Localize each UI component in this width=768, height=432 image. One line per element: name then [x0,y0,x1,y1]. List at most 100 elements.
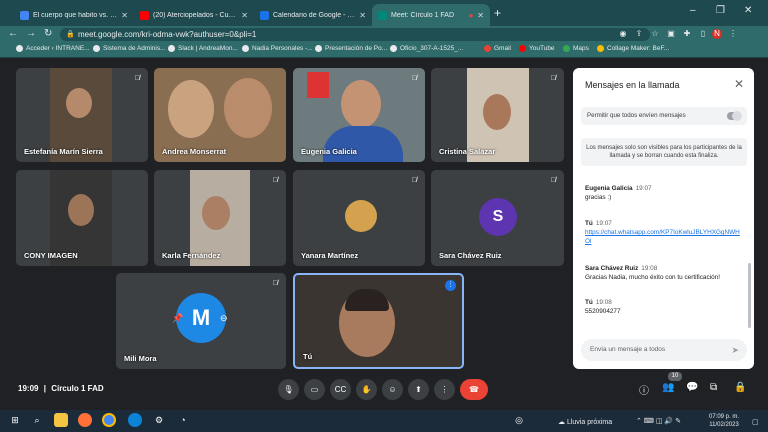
people-icon[interactable]: 👥 [662,382,674,393]
youtube-icon [519,45,526,52]
profile-avatar[interactable]: N [712,29,722,39]
close-icon[interactable]: ✕ [734,77,744,91]
notifications-icon[interactable]: ▢ [752,418,759,426]
chat-icon[interactable]: 💬 [686,382,698,393]
mic-button[interactable]: 🎙 [278,379,299,400]
new-tab-button[interactable]: + [494,6,501,20]
participant-tile[interactable]: CONY IMAGEN [16,170,148,266]
participant-tile[interactable]: 🎙̸ Estefanía Marín Sierra [16,68,148,162]
bookmark-slack[interactable]: Slack | AndreaMon... [168,45,238,52]
chat-message: Tú 19:07 https://chat.whatsapp.com/KP7IoK… [585,219,740,246]
participant-tile[interactable]: 🎙̸ Cristina Salazar [431,68,564,162]
sidebar-icon[interactable]: ▯ [698,29,708,39]
bookmark-label: Oficio_307-A-1525_... [400,45,464,52]
separator: | [43,384,46,393]
bookmark-label: Slack | AndreaMon... [178,45,238,52]
participant-tile[interactable]: Andrea Monserrat [154,68,286,162]
star-icon[interactable]: ☆ [650,29,660,39]
edge-icon[interactable] [128,413,142,427]
settings-icon[interactable]: ⚙ [152,413,166,427]
share-icon[interactable]: ⇪ [634,29,644,39]
camera-icon: ▭ [310,385,319,394]
avatar: S [479,198,517,236]
calendar-icon [260,10,269,20]
tab-meet[interactable]: Meet: Círculo 1 FAD ● ✕ [372,4,490,26]
host-controls-icon[interactable]: 🔒 [734,382,746,393]
remove-icon[interactable]: ⊖ [220,313,228,324]
slack-icon [168,45,175,52]
camera-icon[interactable]: ◉ [618,29,628,39]
participant-tile[interactable]: 🎙̸ Karla Fernández [154,170,286,266]
activities-icon[interactable]: ⧉ [710,382,717,393]
puzzle-icon[interactable]: ✚ [682,29,692,39]
message-time: 19:08 [595,299,612,306]
send-icon[interactable]: ➤ [731,339,739,361]
bookmark-label: Nadia Personales -... [252,45,313,52]
allow-messages-toggle[interactable] [727,111,742,121]
bookmark-gmail[interactable]: Gmail [484,45,511,52]
windows-start-icon[interactable]: ⊞ [8,413,22,427]
reactions-button[interactable]: ☺ [382,379,403,400]
maximize-button[interactable]: ❐ [716,5,725,16]
bookmark-oficio[interactable]: Oficio_307-A-1525_... [390,45,463,52]
kebab-menu-icon[interactable]: ⋮ [728,29,738,39]
file-explorer-icon[interactable] [54,413,68,427]
firefox-icon[interactable] [78,413,92,427]
bookmark-collage[interactable]: Collage Maker: BeF... [597,45,669,52]
weather-widget[interactable]: ☁ Lluvia próxima [558,418,612,426]
raise-hand-button[interactable]: ✋ [356,379,377,400]
url-bar[interactable]: 🔒 meet.google.com/kri-odma-vwk?authuser=… [60,28,650,41]
bookmark-label: Presentación de Po... [325,45,388,52]
bookmark-maps[interactable]: Maps [563,45,589,52]
close-icon[interactable]: ✕ [121,11,128,20]
minimize-button[interactable]: – [690,5,696,16]
chrome-icon[interactable] [102,413,116,427]
chat-message: Tú 19:08 5520904277 [585,298,740,316]
info-icon[interactable]: ⓘ [639,382,649,397]
message-link[interactable]: https://chat.whatsapp.com/KP7IoKwluJBLYH… [585,229,740,245]
present-button[interactable]: ⬆ [408,379,429,400]
search-icon[interactable]: ⌕ [30,413,44,427]
tab-youtube[interactable]: (20) Aterciopelados - Cuerpo (A ✕ [134,4,254,26]
participant-tile[interactable]: S 🎙̸ Sara Chávez Ruiz [431,170,564,266]
more-options-button[interactable]: ⋮ [434,379,455,400]
self-view-tile[interactable]: ⋮ Tú [293,273,464,369]
system-tray-icons[interactable]: ⌃ ⌨ ◫ 🔊 ✎ [636,417,681,425]
bookmark-nadia[interactable]: Nadia Personales -... [242,45,313,52]
participant-video [224,78,272,138]
camera-button[interactable]: ▭ [304,379,325,400]
bookmark-intranet[interactable]: Acceder ‹ INTRANE... [16,45,90,52]
participant-name: Cristina Salazar [439,147,496,156]
captions-icon: CC [334,385,347,394]
tab-cuerpo[interactable]: El cuerpo que habito vs. el cuerpo ✕ [14,4,134,26]
pin-icon[interactable]: 📌 [172,313,183,324]
close-window-button[interactable]: ✕ [744,5,752,16]
close-icon[interactable]: ✕ [477,11,484,20]
reload-icon[interactable]: ↻ [44,28,52,39]
forward-icon[interactable]: → [26,28,36,39]
chat-scrollbar[interactable] [748,263,751,328]
captions-button[interactable]: CC [330,379,351,400]
bookmark-label: Acceder ‹ INTRANE... [26,45,90,52]
clock[interactable]: 07:09 p. m. 11/02/2023 [709,413,739,429]
participant-tile[interactable]: 🎙̸ Eugenia Galicia [293,68,425,162]
tab-calendar[interactable]: Calendario de Google - sábado, ✕ [254,4,372,26]
bookmark-presentacion[interactable]: Presentación de Po... [315,45,387,52]
tab-label: El cuerpo que habito vs. el cuerpo [33,11,117,19]
participant-tile[interactable]: 🎙̸ Yanara Martínez [293,170,425,266]
close-icon[interactable]: ✕ [359,11,366,20]
chat-input[interactable]: Envía un mensaje a todos ➤ [581,339,747,361]
bookmark-sistema[interactable]: Sistema de Adminis... [93,45,166,52]
mic-off-icon: 🎙̸ [272,280,278,287]
app-icon[interactable]: ◔ [176,413,190,427]
bookmark-icon [93,45,100,52]
close-icon[interactable]: ✕ [241,11,248,20]
speaking-indicator-icon: ⋮ [445,280,456,291]
extension-icon[interactable]: ▣ [666,29,676,39]
back-icon[interactable]: ← [8,28,18,39]
hand-icon: ✋ [361,385,372,394]
leave-call-button[interactable]: ☎ [460,379,488,400]
bookmark-youtube[interactable]: YouTube [519,45,555,52]
participant-tile[interactable]: M 📌 ⊖ 🎙̸ Mili Mora [116,273,286,369]
teams-icon[interactable]: ◎ [512,413,526,427]
